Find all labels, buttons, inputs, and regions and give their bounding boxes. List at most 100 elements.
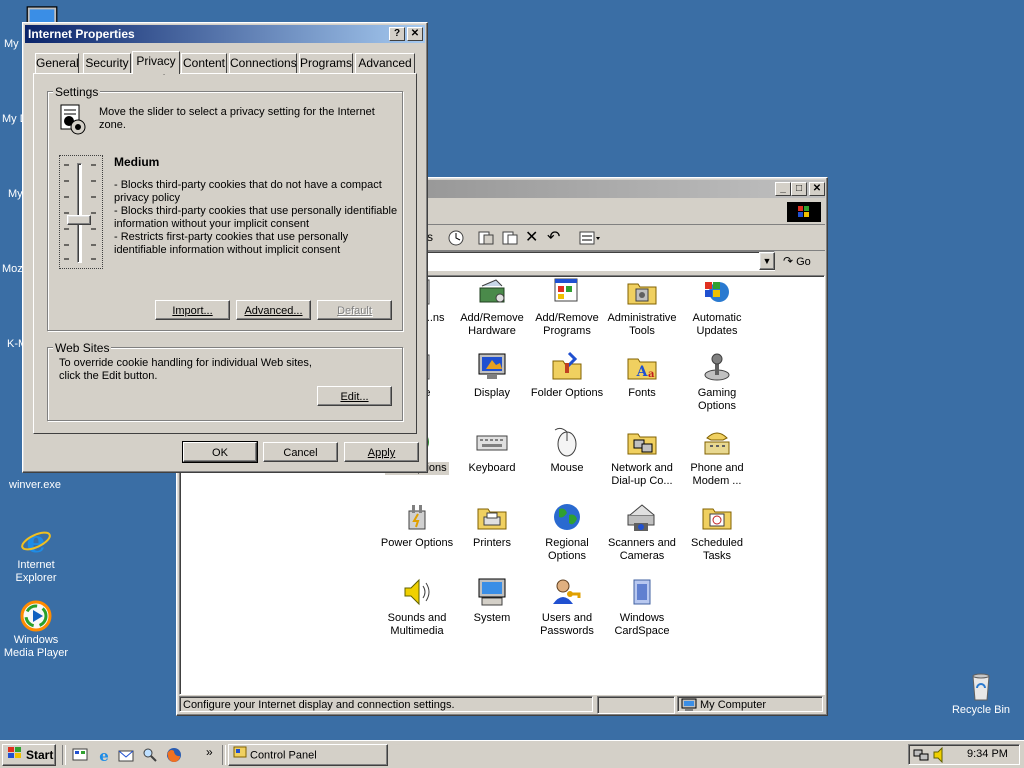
undo-icon[interactable]: ↶ (547, 229, 560, 247)
cp-icon-automatic-updates[interactable]: Automatic Updates (680, 276, 754, 338)
system-icon (476, 576, 508, 608)
media-player-icon (20, 600, 52, 632)
cp-icon-display[interactable]: Display (455, 351, 529, 400)
views-icon[interactable] (579, 230, 601, 249)
gaming-options-icon (701, 351, 733, 383)
desktop-icon-internet-explorer[interactable]: e Internet Explorer (1, 525, 71, 585)
tab-privacy[interactable]: Privacy (132, 51, 180, 74)
cp-icon-folder-options[interactable]: Folder Options (530, 351, 604, 400)
websites-group-label: Web Sites (53, 341, 112, 355)
edit-button[interactable]: Edit... (317, 386, 392, 406)
cp-icon-scheduled-tasks[interactable]: Scheduled Tasks (680, 501, 754, 563)
cp-icon-fonts[interactable]: Aa Fonts (605, 351, 679, 400)
cp-icon-label: Printers (473, 537, 511, 549)
tab-connections[interactable]: Connections (229, 53, 297, 73)
network-tray-icon[interactable] (913, 747, 929, 766)
cp-icon-regional-options[interactable]: Regional Options (530, 501, 604, 563)
cp-icon-printers[interactable]: Printers (455, 501, 529, 550)
tab-security[interactable]: Security (83, 53, 131, 73)
windows-flag-icon (7, 746, 23, 766)
svg-text:e: e (26, 525, 45, 557)
system-tray: 9:34 PM (908, 744, 1020, 765)
apply-button[interactable]: Apply (344, 442, 419, 462)
advanced-button[interactable]: Advanced... (236, 300, 311, 320)
cp-icon-label: Sounds and Multimedia (387, 612, 447, 637)
quicklaunch-more[interactable]: » (206, 745, 213, 759)
cp-icon-network-dialup[interactable]: Network and Dial-up Co... (605, 426, 679, 488)
status-bar: Configure your Internet display and conn… (179, 696, 825, 714)
privacy-slider-thumb[interactable] (67, 215, 91, 225)
desktop-icon-media-player[interactable]: Windows Media Player (1, 600, 71, 660)
address-dropdown-button[interactable]: ▼ (759, 252, 775, 270)
tasks-divider (222, 745, 226, 765)
go-button[interactable]: ↷ Go (783, 252, 823, 270)
cp-icon-label: Gaming Options (697, 387, 737, 412)
cp-icon-system[interactable]: System (455, 576, 529, 625)
taskbar-control-panel-button[interactable]: Control Panel (228, 744, 388, 766)
status-text: Configure your Internet display and conn… (179, 696, 593, 712)
quicklaunch-divider (62, 745, 66, 765)
regional-options-icon (551, 501, 583, 533)
maximize-button[interactable]: □ (791, 182, 807, 196)
cp-icon-phone-modem[interactable]: Phone and Modem ... (680, 426, 754, 488)
cancel-button[interactable]: Cancel (263, 442, 338, 462)
import-button[interactable]: Import... (155, 300, 230, 320)
close-button[interactable]: ✕ (809, 182, 825, 196)
cp-icon-label: Power Options (380, 537, 454, 549)
status-zone-label: My Computer (700, 699, 767, 711)
firefox-icon[interactable] (166, 747, 182, 766)
task-label: Control Panel (250, 749, 317, 762)
show-desktop-icon[interactable] (72, 747, 88, 766)
cp-icon-users-passwords[interactable]: Users and Passwords (530, 576, 604, 638)
dialog-close-button[interactable]: ✕ (407, 27, 423, 41)
tab-content[interactable]: Content (181, 53, 227, 73)
power-options-icon (401, 501, 433, 533)
websites-text: To override cookie handling for individu… (59, 357, 312, 382)
cp-icon-sounds-multimedia[interactable]: Sounds and Multimedia (380, 576, 454, 638)
ie-quicklaunch-icon[interactable]: e (96, 747, 112, 766)
volume-tray-icon[interactable] (933, 746, 947, 766)
search-quicklaunch-icon[interactable] (142, 747, 158, 766)
tab-advanced[interactable]: Advanced (355, 53, 415, 73)
cp-icon-label: Network and Dial-up Co... (611, 462, 673, 487)
tab-general[interactable]: General (35, 53, 79, 73)
network-dialup-icon (626, 426, 658, 458)
svg-text:a: a (648, 369, 655, 380)
desktop-icon-winver[interactable]: winver.exe (0, 479, 70, 492)
cp-icon-label: Scanners and Cameras (608, 537, 676, 562)
folder-options-icon (551, 351, 583, 383)
dialog-titlebar[interactable]: Internet Properties (25, 25, 425, 43)
tab-programs[interactable]: Programs (299, 53, 353, 73)
default-button[interactable]: Default (317, 300, 392, 320)
minimize-button[interactable]: _ (775, 182, 791, 196)
cp-icon-label: Add/Remove Hardware (460, 312, 524, 337)
cp-icon-scanners-cameras[interactable]: Scanners and Cameras (605, 501, 679, 563)
cp-icon-windows-cardspace[interactable]: Windows CardSpace (605, 576, 679, 638)
mouse-icon (551, 426, 583, 458)
move-to-icon[interactable] (477, 229, 495, 250)
cp-icon-keyboard[interactable]: Keyboard (455, 426, 529, 475)
delete-icon[interactable]: ✕ (525, 229, 538, 247)
ok-button[interactable]: OK (182, 441, 258, 463)
cp-icon-administrative-tools[interactable]: Administrative Tools (605, 276, 679, 338)
desktop-icon-recycle-bin[interactable]: Recycle Bin (946, 670, 1016, 717)
scanners-cameras-icon (626, 501, 658, 533)
cp-icon-power-options[interactable]: Power Options (380, 501, 454, 550)
start-label: Start (26, 748, 54, 762)
copy-to-icon[interactable] (501, 229, 519, 250)
privacy-info-icon (57, 103, 89, 138)
privacy-slider-channel (77, 163, 82, 263)
cp-icon-mouse[interactable]: Mouse (530, 426, 604, 475)
clock[interactable]: 9:34 PM (967, 748, 1008, 760)
scheduled-tasks-icon (701, 501, 733, 533)
outlook-express-icon[interactable] (118, 747, 134, 766)
history-icon[interactable] (447, 229, 465, 250)
desktop-icon-label: Windows Media Player (3, 634, 69, 659)
cp-icon-add-remove-programs[interactable]: Add/Remove Programs (530, 276, 604, 338)
cp-icon-gaming-options[interactable]: Gaming Options (680, 351, 754, 413)
svg-text:e: e (99, 747, 109, 763)
tab-strip: General Security Privacy Content Connect… (33, 51, 419, 75)
help-button[interactable]: ? (389, 27, 405, 41)
cp-icon-add-remove-hardware[interactable]: Add/Remove Hardware (455, 276, 529, 338)
start-button[interactable]: Start (2, 744, 56, 766)
